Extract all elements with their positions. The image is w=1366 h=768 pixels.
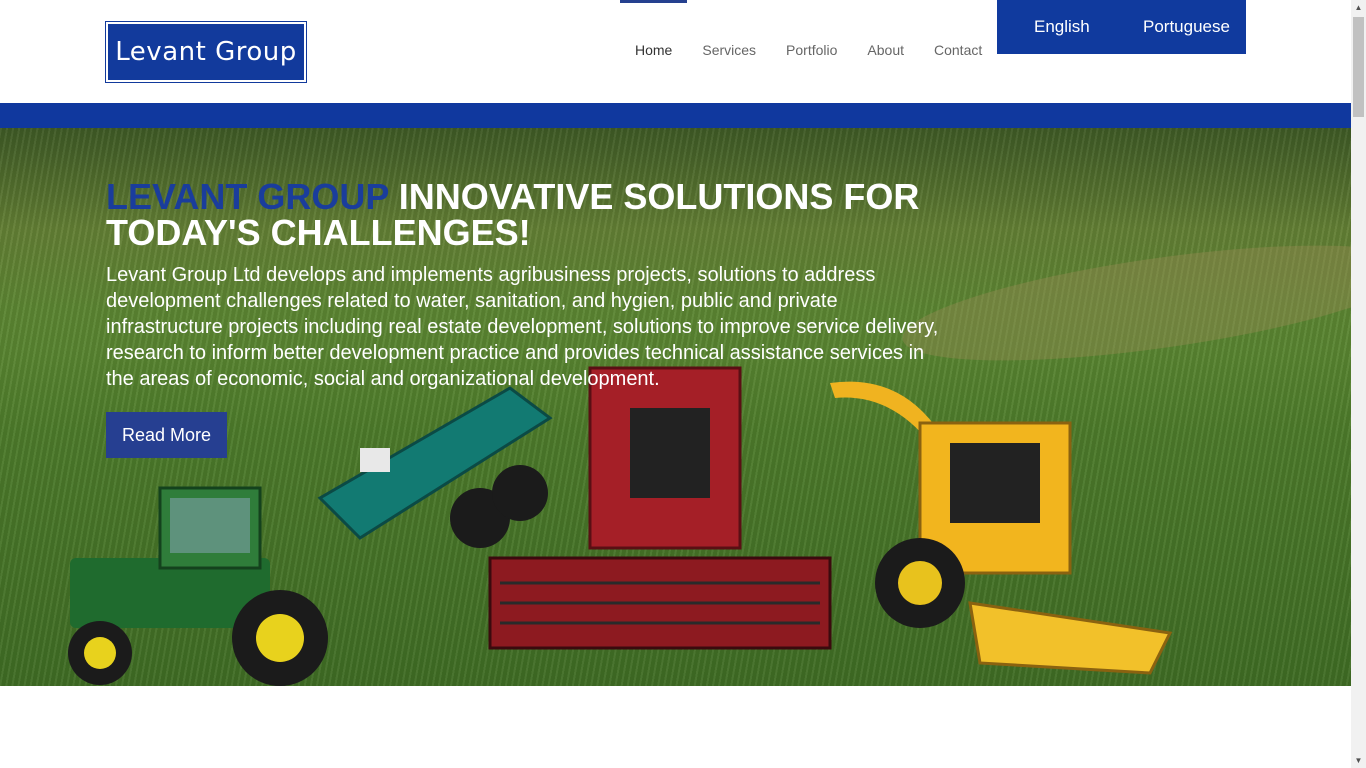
site-logo[interactable]: Levant Group	[105, 21, 307, 83]
tractor-icon	[68, 486, 328, 686]
main-nav: Home Services Portfolio About Contact	[620, 0, 997, 103]
hero-banner: LEVANT GROUP INNOVATIVE SOLUTIONS FOR TO…	[0, 128, 1351, 686]
hero-title-brand: LEVANT GROUP	[106, 176, 389, 217]
scroll-up-arrow-icon[interactable]: ▲	[1351, 0, 1366, 15]
header-accent-band	[0, 103, 1351, 128]
scroll-thumb[interactable]	[1353, 17, 1364, 117]
nav-services[interactable]: Services	[687, 0, 771, 100]
nav-about[interactable]: About	[852, 0, 919, 100]
nav-contact[interactable]: Contact	[919, 0, 997, 100]
nav-home[interactable]: Home	[620, 0, 688, 100]
nav-portfolio[interactable]: Portfolio	[771, 0, 852, 100]
language-english[interactable]: English	[1034, 17, 1090, 37]
combine-icon	[488, 366, 832, 650]
language-switcher: English Portuguese	[997, 0, 1246, 54]
page: Levant Group Home Services Portfolio Abo…	[0, 0, 1366, 768]
scroll-down-arrow-icon[interactable]: ▼	[1351, 753, 1366, 768]
site-header: Levant Group Home Services Portfolio Abo…	[0, 0, 1351, 103]
hero-description: Levant Group Ltd develops and implements…	[106, 264, 939, 390]
page-scrollbar[interactable]: ▲ ▼	[1351, 0, 1366, 768]
read-more-button[interactable]: Read More	[106, 412, 227, 458]
hero-title: LEVANT GROUP INNOVATIVE SOLUTIONS FOR TO…	[106, 179, 966, 251]
language-portuguese[interactable]: Portuguese	[1143, 17, 1230, 37]
harvester-icon	[830, 381, 1173, 675]
